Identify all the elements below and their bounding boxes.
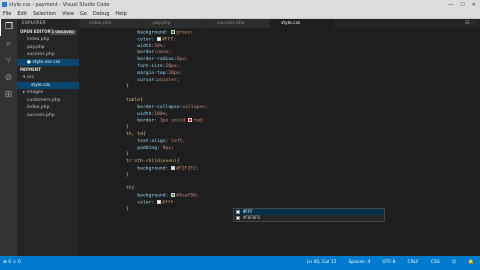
color-swatch-icon[interactable] [157,199,162,204]
code-editor[interactable]: background: green; color: #FFF; width:50… [79,28,480,256]
open-editor-item[interactable]: success.php [17,51,79,59]
code-line: th{ [126,186,135,192]
menu-view[interactable]: View [62,10,74,18]
file-item[interactable]: index.php [17,104,79,112]
code-line: table{ [126,97,143,103]
code-line: background: green; [137,30,194,36]
line-endings[interactable]: CRLF [407,256,418,270]
color-swatch-icon[interactable] [171,165,176,170]
open-editors-label: OPEN EDITORS [20,29,54,34]
menu-selection[interactable]: Selection [33,10,56,18]
tab-index-php[interactable]: index.php [79,19,143,28]
file-item[interactable]: customers.php [17,97,79,105]
color-swatch-icon[interactable] [188,118,193,123]
open-editors-header[interactable]: OPEN EDITORS 1 UNSAVED [17,28,79,36]
code-line: color: #FFF; [137,36,177,43]
code-line: font-size:20px; [137,63,180,69]
folder-css[interactable]: ▾ css [17,74,79,82]
vscode-logo-icon [2,2,7,7]
code-line: border: 1px solid red; [137,118,205,124]
explorer-icon[interactable]: ❐ [0,19,17,36]
source-control-icon[interactable]: ⑂ [0,53,17,70]
code-line: } [126,206,129,212]
explorer-sidebar: EXPLORER OPEN EDITORS 1 UNSAVED index.ph… [17,19,79,256]
problems-indicator[interactable]: ⊗ 0 ⚠ 0 [3,256,21,270]
window-controls: — ☐ ✕ [448,0,476,10]
unsaved-badge: 1 UNSAVED [49,29,76,35]
cursor-position[interactable]: Ln 45, Col 15 [307,256,337,270]
feedback-icon[interactable]: ☺ [452,256,457,270]
close-button[interactable]: ✕ [472,0,476,10]
minimize-button[interactable]: — [448,0,453,10]
open-editor-item-active[interactable]: ● style.css css [17,58,79,66]
color-swatch-icon [236,216,240,220]
gutter-divider [109,28,110,256]
menu-edit[interactable]: Edit [17,10,27,18]
open-editor-item[interactable]: index.php [17,36,79,44]
indentation[interactable]: Spaces: 4 [348,256,370,270]
notifications-icon[interactable]: 🔔 [468,256,474,270]
color-swatch-icon[interactable] [157,36,162,41]
maximize-button[interactable]: ☐ [460,0,464,10]
line-gutter [79,28,109,256]
menu-help[interactable]: Help [115,10,126,18]
language-mode[interactable]: CSS [431,256,440,270]
code-line: } [126,84,129,90]
code-line: width:100%; [137,111,169,117]
menu-go[interactable]: Go [80,10,87,18]
folder-images[interactable]: ▸ images [17,89,79,97]
menu-file[interactable]: File [3,10,11,18]
suggestion-item[interactable]: #F6F6F6 [234,215,384,221]
code-line: border-collapse:collapse; [137,104,208,110]
code-line: background: #F2F2F2; [137,165,199,172]
file-item[interactable]: success.php [17,112,79,120]
window-title: style.css - payment - Visual Studio Code [9,2,110,8]
color-swatch-icon [236,210,240,214]
code-line: th, td{ [126,131,146,137]
code-line: color: #fff [137,199,174,206]
code-line: tr:nth-child(even){ [126,159,180,165]
folder-label: images [26,90,44,95]
sidebar-title: EXPLORER [22,21,46,26]
extensions-icon[interactable]: ⊞ [0,87,17,104]
code-line: text-align: left; [137,138,186,144]
open-editor-item[interactable]: pay.php [17,44,79,52]
search-icon[interactable]: ⌕ [0,36,17,53]
code-line: } [126,172,129,178]
debug-icon[interactable]: ⊘ [0,70,17,87]
file-style-css[interactable]: style.css [17,81,79,89]
menu-bar: File Edit Selection View Go Debug Help [0,10,480,19]
code-line: background: #4caf50; [137,193,199,199]
project-header[interactable]: PAYMENT [17,66,79,74]
code-line: border-radius:8px; [137,57,189,63]
tab-style-css[interactable]: style.css [271,19,335,28]
code-line: margin-top:20px; [137,70,183,76]
status-bar: ⊗ 0 ⚠ 0 Ln 45, Col 15 Spaces: 4 UTF-8 CR… [0,256,480,270]
code-line: cursor:pointer; [137,77,180,83]
code-line: } [126,125,129,131]
folder-label: css [26,75,34,80]
color-swatch-icon[interactable] [171,193,176,198]
code-line: padding: 8px; [137,145,174,151]
tab-success-php[interactable]: success.php [207,19,271,28]
code-lines: background: green; color: #FFF; width:50… [126,30,208,214]
tab-actions-icon[interactable]: ⊟ ⋯ [465,19,480,28]
editor-tabs: index.php pay.php success.php style.css … [79,19,480,28]
suggestion-label: #F6F6F6 [243,215,260,220]
title-bar: style.css - payment - Visual Studio Code… [0,0,480,10]
activity-bar: ❐ ⌕ ⑂ ⊘ ⊞ [0,19,17,256]
autocomplete-popup: #FFF #F6F6F6 [233,208,385,222]
tab-pay-php[interactable]: pay.php [143,19,207,28]
menu-debug[interactable]: Debug [93,10,109,18]
encoding[interactable]: UTF-8 [382,256,395,270]
color-swatch-icon[interactable] [171,30,176,34]
